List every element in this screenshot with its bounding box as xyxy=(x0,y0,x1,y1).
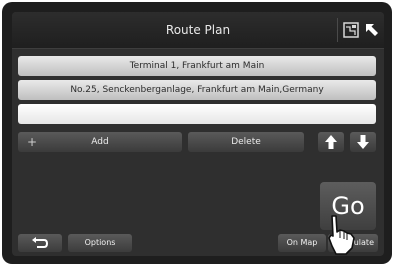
route-stop-1[interactable]: Terminal 1, Frankfurt am Main xyxy=(18,56,376,76)
back-button[interactable] xyxy=(18,234,62,252)
route-stop-2[interactable]: No.25, Senckenberganlage, Frankfurt am M… xyxy=(18,80,376,100)
options-button[interactable]: Options xyxy=(68,234,132,252)
on-map-button[interactable]: On Map xyxy=(278,234,326,252)
title-divider xyxy=(337,18,338,42)
page-title: Route Plan xyxy=(165,23,231,37)
cursor-icon[interactable] xyxy=(363,21,381,39)
plus-icon: + xyxy=(26,135,38,149)
arrow-down-icon xyxy=(357,135,369,149)
map-toggle-icon[interactable] xyxy=(342,21,360,39)
delete-button[interactable]: Delete xyxy=(188,132,304,152)
move-down-button[interactable] xyxy=(350,132,376,152)
add-button-label: Add xyxy=(91,137,109,147)
arrow-up-icon xyxy=(325,135,337,149)
delete-button-label: Delete xyxy=(231,137,261,147)
title-bar: Route Plan xyxy=(12,12,384,49)
back-icon xyxy=(32,237,49,248)
route-stop-3[interactable] xyxy=(18,104,376,124)
move-up-button[interactable] xyxy=(318,132,344,152)
add-button[interactable]: + Add xyxy=(18,132,182,152)
hand-pointer-icon xyxy=(328,215,355,255)
